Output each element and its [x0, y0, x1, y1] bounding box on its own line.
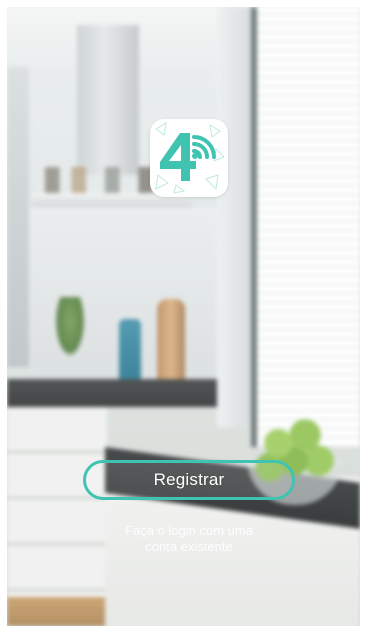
login-link-line-2: conta existente — [145, 539, 233, 554]
app-logo-icon — [150, 119, 228, 197]
login-link-line-1: Faça o login com uma — [125, 523, 253, 538]
register-button[interactable]: Registrar — [83, 460, 295, 500]
login-existing-account-link[interactable]: Faça o login com uma conta existente — [97, 523, 281, 555]
login-screen: Registrar Faça o login com uma conta exi… — [7, 7, 360, 626]
logo-mark-icon — [155, 122, 225, 194]
